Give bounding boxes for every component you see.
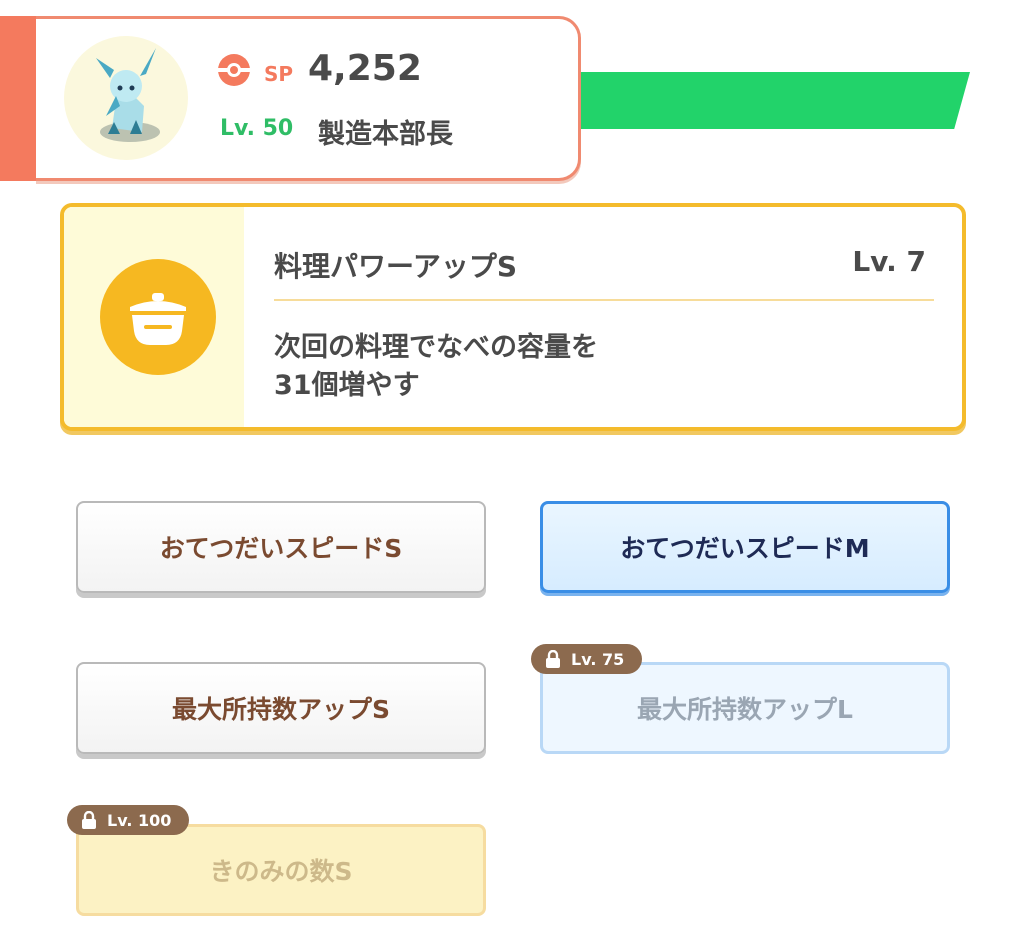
skill-name: 料理パワーアップS [274,250,518,283]
pokeball-icon [218,54,250,86]
progress-bar [575,72,970,129]
skill-icon-panel [64,207,244,427]
lock-level: Lv. 100 [107,810,172,830]
skill-level: Lv. 7 [852,245,926,278]
rank-title: 製造本部長 [318,119,453,150]
lock-level: Lv. 75 [571,649,625,669]
lock-badge: Lv. 75 [531,644,643,674]
skill-description-line-2: 31個増やす [274,370,420,401]
lock-icon [546,650,560,668]
divider [274,299,934,301]
lock-icon [82,811,96,829]
level-label: Lv. 50 [220,116,294,141]
option-button-helping-speed-s[interactable]: おてつだいスピードS [76,501,486,593]
glaceon-icon [96,48,160,142]
pokemon-avatar [64,36,188,160]
skill-description-line-1: 次回の料理でなべの容量を [274,332,598,363]
lock-badge: Lv. 100 [67,805,190,835]
header-accent [0,16,40,181]
skill-card: 料理パワーアップS Lv. 7 次回の料理でなべの容量を 31個増やす [60,203,966,431]
option-button-helping-speed-m[interactable]: おてつだいスピードM [540,501,950,593]
sp-label: SP [264,62,294,86]
pot-icon [100,259,216,375]
sp-value: 4,252 [308,48,422,89]
option-button-inventory-up-l[interactable]: 最大所持数アップL [540,662,950,754]
option-button-inventory-up-s[interactable]: 最大所持数アップS [76,662,486,754]
option-button-berry-count-s[interactable]: きのみの数S [76,824,486,916]
